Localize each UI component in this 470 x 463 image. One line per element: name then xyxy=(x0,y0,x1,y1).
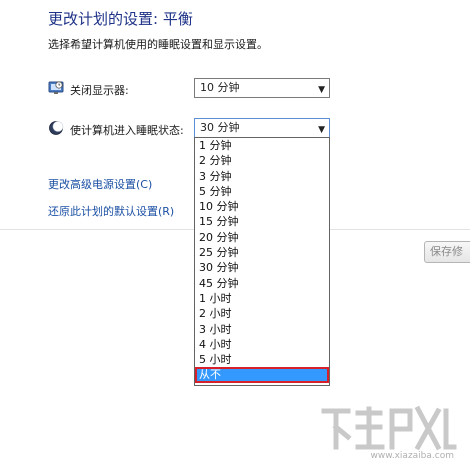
display-off-select[interactable]: 10 分钟 ▼ xyxy=(194,78,330,98)
dropdown-option[interactable]: 5 分钟 xyxy=(195,184,329,199)
dropdown-option[interactable]: 2 小时 xyxy=(195,306,329,321)
dropdown-option[interactable]: 4 小时 xyxy=(195,337,329,352)
advanced-power-settings-link[interactable]: 更改高级电源设置(C) xyxy=(48,176,152,192)
watermark-url: www.xiazaiba.com xyxy=(370,451,454,461)
restore-defaults-link[interactable]: 还原此计划的默认设置(R) xyxy=(48,203,174,219)
dropdown-option[interactable]: 15 分钟 xyxy=(195,214,329,229)
display-off-label: 关闭显示器: xyxy=(70,84,129,97)
sleep-select[interactable]: 30 分钟 ▼ xyxy=(194,118,330,138)
dropdown-option[interactable]: 3 分钟 xyxy=(195,169,329,184)
dropdown-option[interactable]: 1 小时 xyxy=(195,291,329,306)
dropdown-option[interactable]: 20 分钟 xyxy=(195,230,329,245)
dropdown-option[interactable]: 45 分钟 xyxy=(195,276,329,291)
display-off-value: 10 分钟 xyxy=(200,81,240,94)
sleep-label: 使计算机进入睡眠状态: xyxy=(70,124,184,137)
dropdown-option[interactable]: 3 小时 xyxy=(195,322,329,337)
watermark-logo xyxy=(321,405,457,451)
dropdown-option[interactable]: 2 分钟 xyxy=(195,153,329,168)
chevron-down-icon: ▼ xyxy=(318,85,325,95)
save-button[interactable]: 保存修 xyxy=(424,241,470,263)
monitor-icon xyxy=(48,81,64,94)
sleep-value: 30 分钟 xyxy=(200,121,240,134)
dropdown-option[interactable]: 1 分钟 xyxy=(195,138,329,153)
dropdown-option[interactable]: 30 分钟 xyxy=(195,260,329,275)
dropdown-option-selected[interactable]: 从不 xyxy=(195,367,329,383)
page-subtitle: 选择希望计算机使用的睡眠设置和显示设置。 xyxy=(48,38,268,51)
sleep-dropdown-list[interactable]: 1 分钟 2 分钟 3 分钟 5 分钟 10 分钟 15 分钟 20 分钟 25… xyxy=(194,137,330,386)
dropdown-option[interactable]: 10 分钟 xyxy=(195,199,329,214)
dropdown-option[interactable]: 5 小时 xyxy=(195,352,329,367)
page-title: 更改计划的设置: 平衡 xyxy=(48,10,193,28)
dropdown-option[interactable]: 25 分钟 xyxy=(195,245,329,260)
moon-icon xyxy=(49,121,64,135)
